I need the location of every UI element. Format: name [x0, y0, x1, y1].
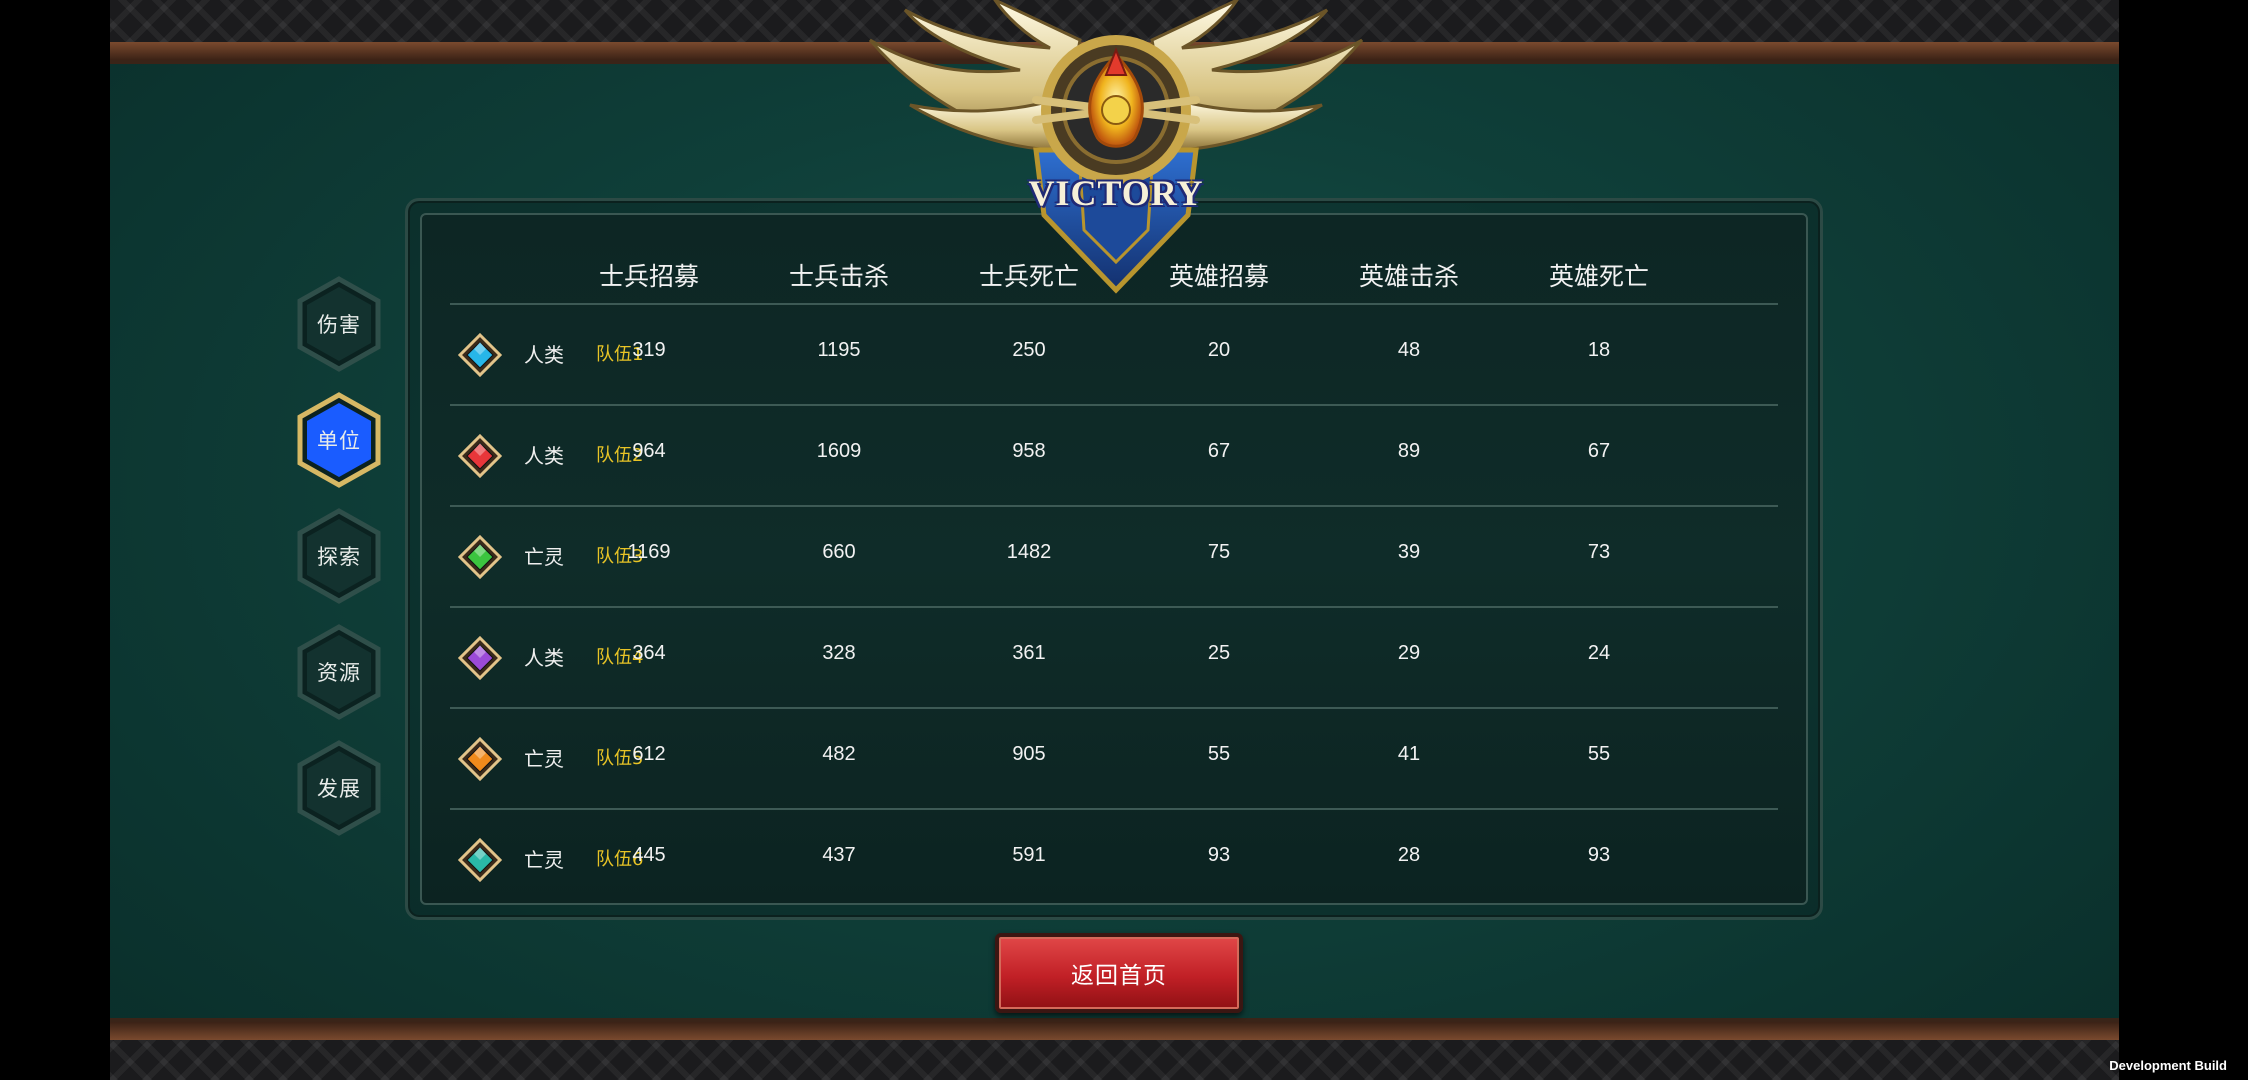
stat-cell: 55 — [1587, 743, 1611, 765]
bottom-border — [110, 1018, 2119, 1080]
team-race: 亡灵 — [524, 848, 564, 872]
stat-cell: 67 — [1587, 440, 1611, 462]
return-home-label: 返回首页 — [1071, 963, 1167, 989]
team-gem-icon — [457, 433, 503, 479]
return-home-button[interactable]: 返回首页 — [995, 933, 1243, 1013]
team-race: 亡灵 — [524, 545, 564, 569]
nav-tab-3[interactable]: 资源 — [296, 624, 382, 720]
stat-cell: 445 — [632, 844, 666, 866]
team-row: 亡灵 队伍5 612 482 905 55 41 55 — [422, 709, 1806, 809]
stat-cell: 958 — [1012, 440, 1046, 462]
stat-cell: 319 — [632, 339, 666, 361]
stat-cell: 39 — [1397, 541, 1421, 563]
nav-tab-label: 发展 — [317, 777, 361, 801]
stat-cell: 89 — [1397, 440, 1421, 462]
victory-emblem: VICTORY — [810, 0, 1422, 300]
team-gem-icon — [457, 332, 503, 378]
stat-cell: 612 — [632, 743, 666, 765]
stat-cell: 250 — [1012, 339, 1046, 361]
stat-cell: 437 — [822, 844, 856, 866]
stat-cell: 1195 — [817, 339, 861, 361]
nav-tab-label: 单位 — [317, 429, 361, 453]
stat-cell: 1482 — [1006, 541, 1052, 563]
nav-tab-label: 伤害 — [317, 313, 361, 337]
stat-cell: 48 — [1397, 339, 1421, 361]
team-row: 亡灵 队伍3 1169 660 1482 75 39 73 — [422, 507, 1806, 607]
team-race: 人类 — [524, 646, 564, 670]
stat-cell: 25 — [1207, 642, 1231, 664]
stat-cell: 29 — [1397, 642, 1421, 664]
stat-cell: 75 — [1207, 541, 1231, 563]
nav-tab-4[interactable]: 发展 — [296, 740, 382, 836]
nav-tab-label: 探索 — [317, 545, 361, 569]
nav-tab-label: 资源 — [317, 661, 361, 685]
nav-tab-1[interactable]: 单位 — [296, 392, 382, 488]
team-gem-icon — [457, 736, 503, 782]
stat-cell: 67 — [1207, 440, 1231, 462]
team-gem-icon — [457, 837, 503, 883]
stat-cell: 55 — [1207, 743, 1231, 765]
team-row: 人类 队伍1 319 1195 250 20 48 18 — [422, 305, 1806, 405]
stat-cell: 28 — [1397, 844, 1421, 866]
stat-cell: 964 — [632, 440, 666, 462]
column-header: 英雄死亡 — [1548, 262, 1649, 291]
stat-cell: 93 — [1587, 844, 1611, 866]
team-gem-icon — [457, 635, 503, 681]
team-row: 人类 队伍2 964 1609 958 67 89 67 — [422, 406, 1806, 506]
stat-cell: 73 — [1587, 541, 1611, 563]
stat-cell: 328 — [822, 642, 856, 664]
stat-cell: 361 — [1012, 642, 1046, 664]
stat-cell: 905 — [1012, 743, 1046, 765]
team-row: 人类 队伍4 364 328 361 25 29 24 — [422, 608, 1806, 708]
stat-cell: 93 — [1207, 844, 1231, 866]
nav-tab-2[interactable]: 探索 — [296, 508, 382, 604]
victory-title: VICTORY — [1028, 173, 1204, 213]
stats-table: 士兵招募 士兵击杀 士兵死亡 英雄招募 英雄击杀 英雄死亡 人类 队伍1 319 1195 250 2… — [420, 213, 1808, 905]
stat-cell: 482 — [822, 743, 856, 765]
stat-cell: 1169 — [627, 541, 671, 563]
column-header: 士兵招募 — [598, 262, 699, 291]
stat-cell: 660 — [822, 541, 856, 563]
stat-cell: 24 — [1587, 642, 1611, 664]
stat-cell: 18 — [1587, 339, 1611, 361]
stats-panel: 士兵招募 士兵击杀 士兵死亡 英雄招募 英雄击杀 英雄死亡 人类 队伍1 319 1195 250 2… — [405, 198, 1823, 920]
team-race: 亡灵 — [524, 747, 564, 771]
stat-cell: 591 — [1012, 844, 1046, 866]
development-build-label: Development Build — [2109, 1058, 2227, 1073]
winged-crest-icon — [868, 0, 1364, 294]
nav-tab-0[interactable]: 伤害 — [296, 276, 382, 372]
stat-cell: 1609 — [816, 440, 862, 462]
stat-cell: 364 — [632, 642, 666, 664]
team-race: 人类 — [524, 444, 564, 468]
game-screen: 伤害 单位 探索 资源 发展 士兵招募 士兵击杀 士兵死亡 英雄招募 英雄击杀 英雄死亡 人类 队伍1… — [110, 0, 2119, 1080]
team-gem-icon — [457, 534, 503, 580]
team-row: 亡灵 队伍6 445 437 591 93 28 93 — [422, 810, 1806, 910]
stat-cell: 41 — [1397, 743, 1421, 765]
team-race: 人类 — [524, 343, 564, 367]
stat-cell: 20 — [1207, 339, 1231, 361]
